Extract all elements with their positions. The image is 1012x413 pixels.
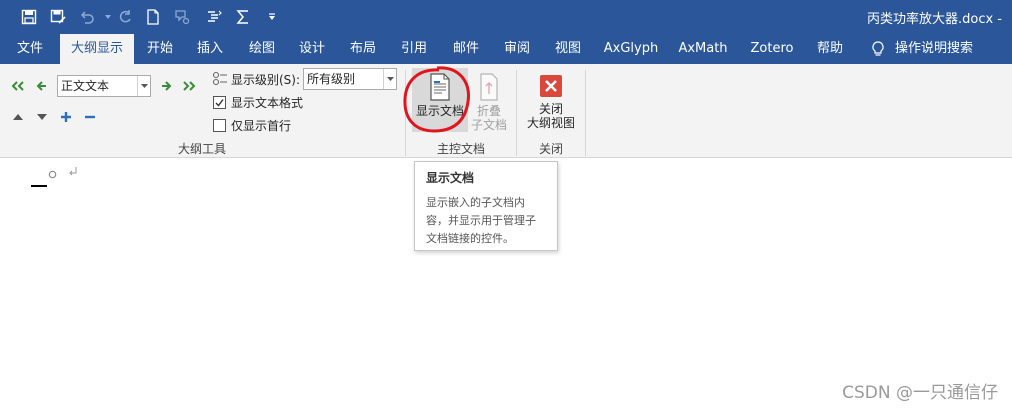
close-icon	[539, 74, 563, 98]
tab-zotero[interactable]: Zotero	[744, 34, 800, 64]
tab-layout[interactable]: 布局	[343, 34, 383, 64]
show-level-select[interactable]: 所有级别	[303, 68, 397, 90]
tab-axglyph[interactable]: AxGlyph	[600, 34, 662, 64]
tab-references[interactable]: 引用	[394, 34, 434, 64]
tooltip-body: 显示嵌入的子文档内容，并显示用于管理子文档链接的控件。	[426, 196, 536, 245]
show-text-formatting-checkbox[interactable]	[213, 95, 226, 109]
tab-review[interactable]: 审阅	[497, 34, 537, 64]
ribbon-tab-bar: 文件 大纲显示 开始 插入 绘图 设计 布局 引用 邮件 审阅 视图 AxGly…	[0, 34, 1012, 64]
paragraph-mark-icon	[68, 166, 78, 180]
group-separator	[585, 70, 586, 156]
group-label-outline-tools: 大纲工具	[177, 142, 226, 156]
group-label-master-document: 主控文档	[436, 142, 485, 156]
tab-help[interactable]: 帮助	[810, 34, 850, 64]
collapse-subdocuments-label-line1: 折叠	[476, 104, 501, 118]
show-text-formatting-option[interactable]: 显示文本格式	[213, 93, 303, 111]
tab-outline[interactable]: 大纲显示	[60, 34, 134, 64]
show-level-row: 显示级别(S):	[212, 70, 300, 88]
tooltip-title: 显示文档	[426, 171, 475, 185]
watermark: CSDN @一只通信仔	[842, 383, 998, 403]
title-bar: 丙类功率放大器.docx -	[0, 0, 1012, 34]
chevron-down-icon[interactable]	[383, 69, 396, 89]
tab-axmath[interactable]: AxMath	[674, 34, 732, 64]
expand-icon[interactable]	[58, 109, 74, 125]
show-first-line-only-option[interactable]: 仅显示首行	[213, 116, 291, 134]
show-first-line-only-label: 仅显示首行	[231, 118, 292, 133]
demote-icon[interactable]	[158, 78, 174, 94]
show-first-line-only-checkbox[interactable]	[213, 118, 226, 132]
document-title: 丙类功率放大器.docx -	[866, 12, 1002, 27]
collapse-subdocuments-label-line2: 子文档	[470, 118, 507, 132]
tooltip: 显示文档 显示嵌入的子文档内容，并显示用于管理子文档链接的控件。	[414, 161, 558, 251]
collapse-subdocuments-button[interactable]: 折叠 子文档	[470, 68, 508, 134]
equation-icon[interactable]	[232, 6, 254, 28]
move-down-icon[interactable]	[34, 109, 50, 125]
new-document-icon[interactable]	[142, 6, 164, 28]
undo-icon[interactable]	[76, 6, 98, 28]
outline-bullet-icon	[48, 168, 57, 182]
move-up-icon[interactable]	[10, 109, 26, 125]
tab-view[interactable]: 视图	[548, 34, 588, 64]
group-separator	[516, 70, 517, 156]
outline-level-combo[interactable]: 正文文本	[57, 75, 151, 97]
close-outline-view-button[interactable]: 关闭 大纲视图	[523, 72, 579, 136]
text-cursor	[31, 185, 47, 187]
show-text-formatting-label: 显示文本格式	[231, 95, 304, 110]
collapse-icon[interactable]	[82, 109, 98, 125]
tab-insert[interactable]: 插入	[190, 34, 230, 64]
tab-home[interactable]: 开始	[140, 34, 180, 64]
save-as-icon[interactable]	[47, 6, 69, 28]
chevron-down-icon[interactable]	[137, 76, 150, 96]
show-level-icon	[212, 71, 228, 88]
word-window: 丙类功率放大器.docx - 文件 大纲显示 开始 插入 绘图 设计 布局 引用…	[0, 0, 1012, 413]
promote-to-heading1-icon[interactable]	[10, 78, 26, 94]
show-level-label: 显示级别(S):	[231, 72, 301, 87]
tab-mailings[interactable]: 邮件	[446, 34, 486, 64]
customize-qat-icon[interactable]	[261, 6, 283, 28]
close-label-line2: 大纲视图	[526, 116, 575, 130]
demote-to-body-text-icon[interactable]	[181, 78, 197, 94]
tab-design[interactable]: 设计	[292, 34, 332, 64]
tab-draw[interactable]: 绘图	[242, 34, 282, 64]
collapse-subdocuments-icon	[478, 72, 500, 102]
lightbulb-icon[interactable]	[868, 34, 888, 64]
show-level-value: 所有级别	[307, 72, 356, 86]
redo-icon[interactable]	[114, 6, 136, 28]
annotation-ellipse	[403, 66, 470, 133]
promote-icon[interactable]	[34, 78, 50, 94]
group-label-close: 关闭	[538, 142, 563, 156]
outline-icon[interactable]	[203, 6, 225, 28]
touch-mode-icon[interactable]	[171, 6, 193, 28]
tab-file[interactable]: 文件	[10, 34, 50, 64]
tell-me-search[interactable]: 操作说明搜索	[892, 34, 976, 64]
ribbon: 正文文本 显示级别(S): 所有级别 显示文本格式 仅显示首行 大纲工具 显示文…	[0, 64, 1012, 158]
close-label-line1: 关闭	[538, 102, 563, 116]
outline-level-value: 正文文本	[61, 79, 110, 93]
save-icon[interactable]	[18, 6, 40, 28]
